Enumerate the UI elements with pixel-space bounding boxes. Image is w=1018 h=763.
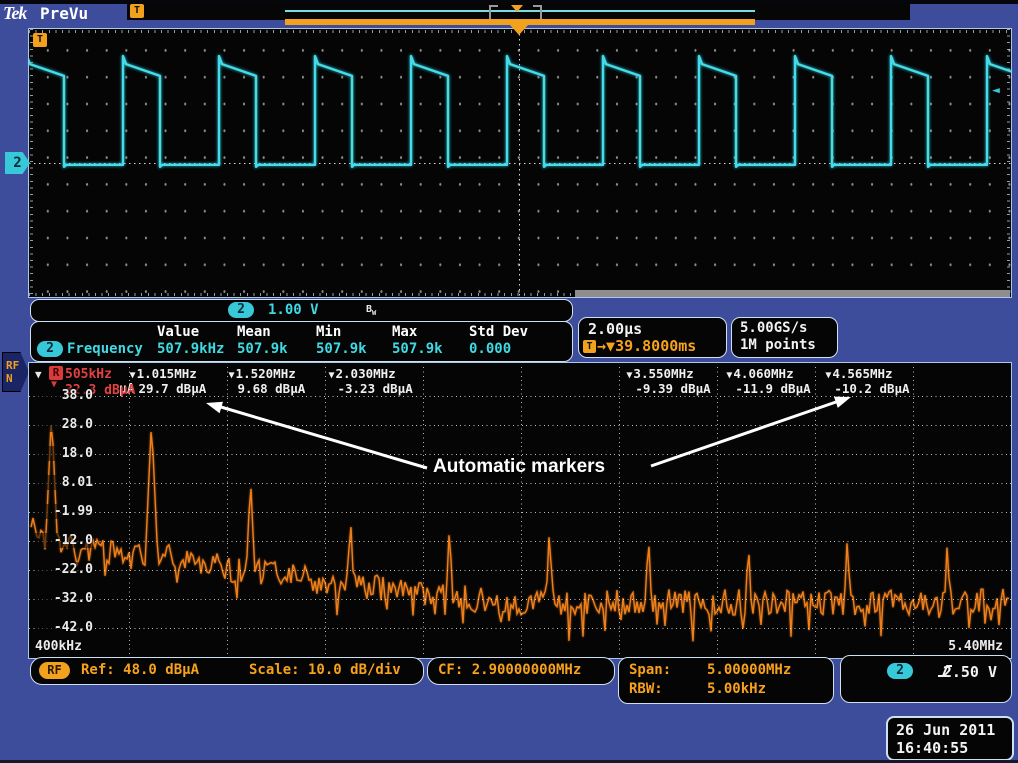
span-rbw-readout[interactable]: Span: 5.00000MHz RBW: 5.00kHz <box>618 657 834 704</box>
time-label: 16:40:55 <box>896 739 968 757</box>
column-header: Max <box>392 324 417 340</box>
trigger-position-icon <box>511 5 523 12</box>
spectrum-y-axis-label: 8.01 <box>35 475 93 490</box>
acquisition-readout[interactable]: 5.00GS/s 1M points <box>731 317 838 358</box>
acquisition-status: PreVu <box>40 4 88 23</box>
trigger-flag-icon: T <box>583 340 596 353</box>
measurement-mean: 507.9k <box>237 341 288 357</box>
spectrum-y-axis-label: -22.0 <box>35 562 93 577</box>
delay-value: 39.8000ms <box>615 337 696 355</box>
trigger-position-triangle-icon <box>510 25 528 35</box>
measurement-table: Value Mean Min Max Std Dev 2 Frequency 5… <box>30 321 573 362</box>
spectrum-y-axis-label: -42.0 <box>35 620 93 635</box>
oscilloscope-screen: Tek PreVu T T 2 ◄ 2 1.00 V BW Value Mean… <box>0 0 1018 763</box>
spectrum-gridline-column <box>913 367 914 654</box>
column-header: Mean <box>237 324 271 340</box>
spectrum-gridline-row <box>29 541 1011 542</box>
rf-badge-label: RF <box>6 359 28 372</box>
trigger-readout[interactable]: 2 2.50 V <box>840 655 1012 703</box>
rf-normal-trace-badge[interactable]: RF N <box>2 352 29 392</box>
spectrum-gridline-row <box>29 512 1011 513</box>
measurement-stddev: 0.000 <box>469 341 511 357</box>
time-domain-graticule: T <box>28 28 1012 298</box>
channel2-ground-marker[interactable]: 2 <box>5 152 30 174</box>
trigger-delay-readout: T→▼39.8000ms <box>583 337 696 355</box>
bandwidth-limit-icon: BW <box>366 304 376 317</box>
column-header: Value <box>157 324 199 340</box>
rf-trace-mode: N <box>6 372 28 385</box>
spectrum-gridline-row <box>29 599 1011 600</box>
annotation-text: Automatic markers <box>433 456 605 478</box>
horizontal-scale-readout[interactable]: 2.00µs T→▼39.8000ms <box>578 317 727 358</box>
frequency-axis-start-label: 400kHz <box>35 639 82 654</box>
rbw-label: RBW: <box>629 681 663 697</box>
spectrum-y-axis-label: -1.99 <box>35 504 93 519</box>
spectrum-gridline-column <box>129 367 130 654</box>
spectrum-gridline-row <box>29 425 1011 426</box>
spectrum-y-axis-label: -12.0 <box>35 533 93 548</box>
date-label: 26 Jun 2011 <box>896 721 995 739</box>
rf-scale: Scale: 10.0 dB/div <box>249 662 401 678</box>
spectrum-gridline-column <box>325 367 326 654</box>
spectrum-gridline-column <box>815 367 816 654</box>
spectrum-gridline-column <box>423 367 424 654</box>
trigger-level-arrow-icon[interactable]: ◄ <box>992 84 1000 97</box>
column-header: Std Dev <box>469 324 528 340</box>
measurement-source-badge: 2 <box>37 341 63 357</box>
sample-rate: 5.00GS/s <box>740 320 807 336</box>
spectrum-gridline-row <box>29 396 1011 397</box>
frequency-axis-end-label: 5.40MHz <box>948 639 1003 654</box>
measurement-max: 507.9k <box>392 341 443 357</box>
spectrum-gridline-column <box>717 367 718 654</box>
separator-bar <box>575 290 1010 297</box>
channel2-scale-readout[interactable]: 2 1.00 V BW <box>30 299 573 322</box>
spectrum-y-axis-label: 28.0 <box>35 417 93 432</box>
center-frequency: CF: 2.90000000MHz <box>438 662 581 678</box>
rf-spectrum-graticule: µA ▼ R ▼ 505kHz 32.3 dBµA ▼1.015MHz29.7 … <box>28 362 1012 659</box>
measurement-name: Frequency <box>67 341 143 357</box>
spectrum-gridline-row <box>29 483 1011 484</box>
spectrum-gridline-row <box>29 454 1011 455</box>
rf-ref-level: Ref: 48.0 dBµA <box>81 662 199 678</box>
trigger-flag-icon: T <box>130 4 144 18</box>
channel2-badge[interactable]: 2 <box>228 302 254 318</box>
spectrum-gridline-column <box>619 367 620 654</box>
trigger-flag-icon: T <box>33 33 47 47</box>
trigger-level: 2.50 V <box>943 663 997 681</box>
datetime-readout: 26 Jun 2011 16:40:55 <box>886 716 1014 761</box>
measurement-min: 507.9k <box>316 341 367 357</box>
channel2-volts-per-div: 1.00 V <box>268 302 319 318</box>
annotation-arrows <box>29 363 1011 658</box>
delay-arrow-icon: →▼ <box>597 337 615 355</box>
tek-logo: Tek <box>3 3 26 24</box>
column-header: Min <box>316 324 341 340</box>
rbw-value: 5.00kHz <box>707 681 766 697</box>
rf-reference-level-readout[interactable]: RF Ref: 48.0 dBµA Scale: 10.0 dB/div <box>30 657 424 685</box>
spectrum-gridline-row <box>29 570 1011 571</box>
span-label: Span: <box>629 662 671 678</box>
spectrum-gridline-column <box>227 367 228 654</box>
spectrum-y-axis-label: -32.0 <box>35 591 93 606</box>
measurement-value: 507.9kHz <box>157 341 224 357</box>
rf-badge[interactable]: RF <box>39 662 70 679</box>
spectrum-gridline-row <box>29 628 1011 629</box>
span-value: 5.00000MHz <box>707 662 791 678</box>
spectrum-y-axis-label: 38.0 <box>35 388 93 403</box>
trigger-source-badge: 2 <box>887 663 913 679</box>
record-length: 1M points <box>740 337 816 353</box>
spectrum-y-axis-label: 18.0 <box>35 446 93 461</box>
spectrum-gridline-column <box>521 367 522 654</box>
time-per-div: 2.00µs <box>588 320 642 338</box>
acquisition-preview-bar[interactable]: T <box>127 3 910 20</box>
channel2-waveform-trace <box>29 29 1011 297</box>
center-frequency-readout[interactable]: CF: 2.90000000MHz <box>427 657 615 685</box>
